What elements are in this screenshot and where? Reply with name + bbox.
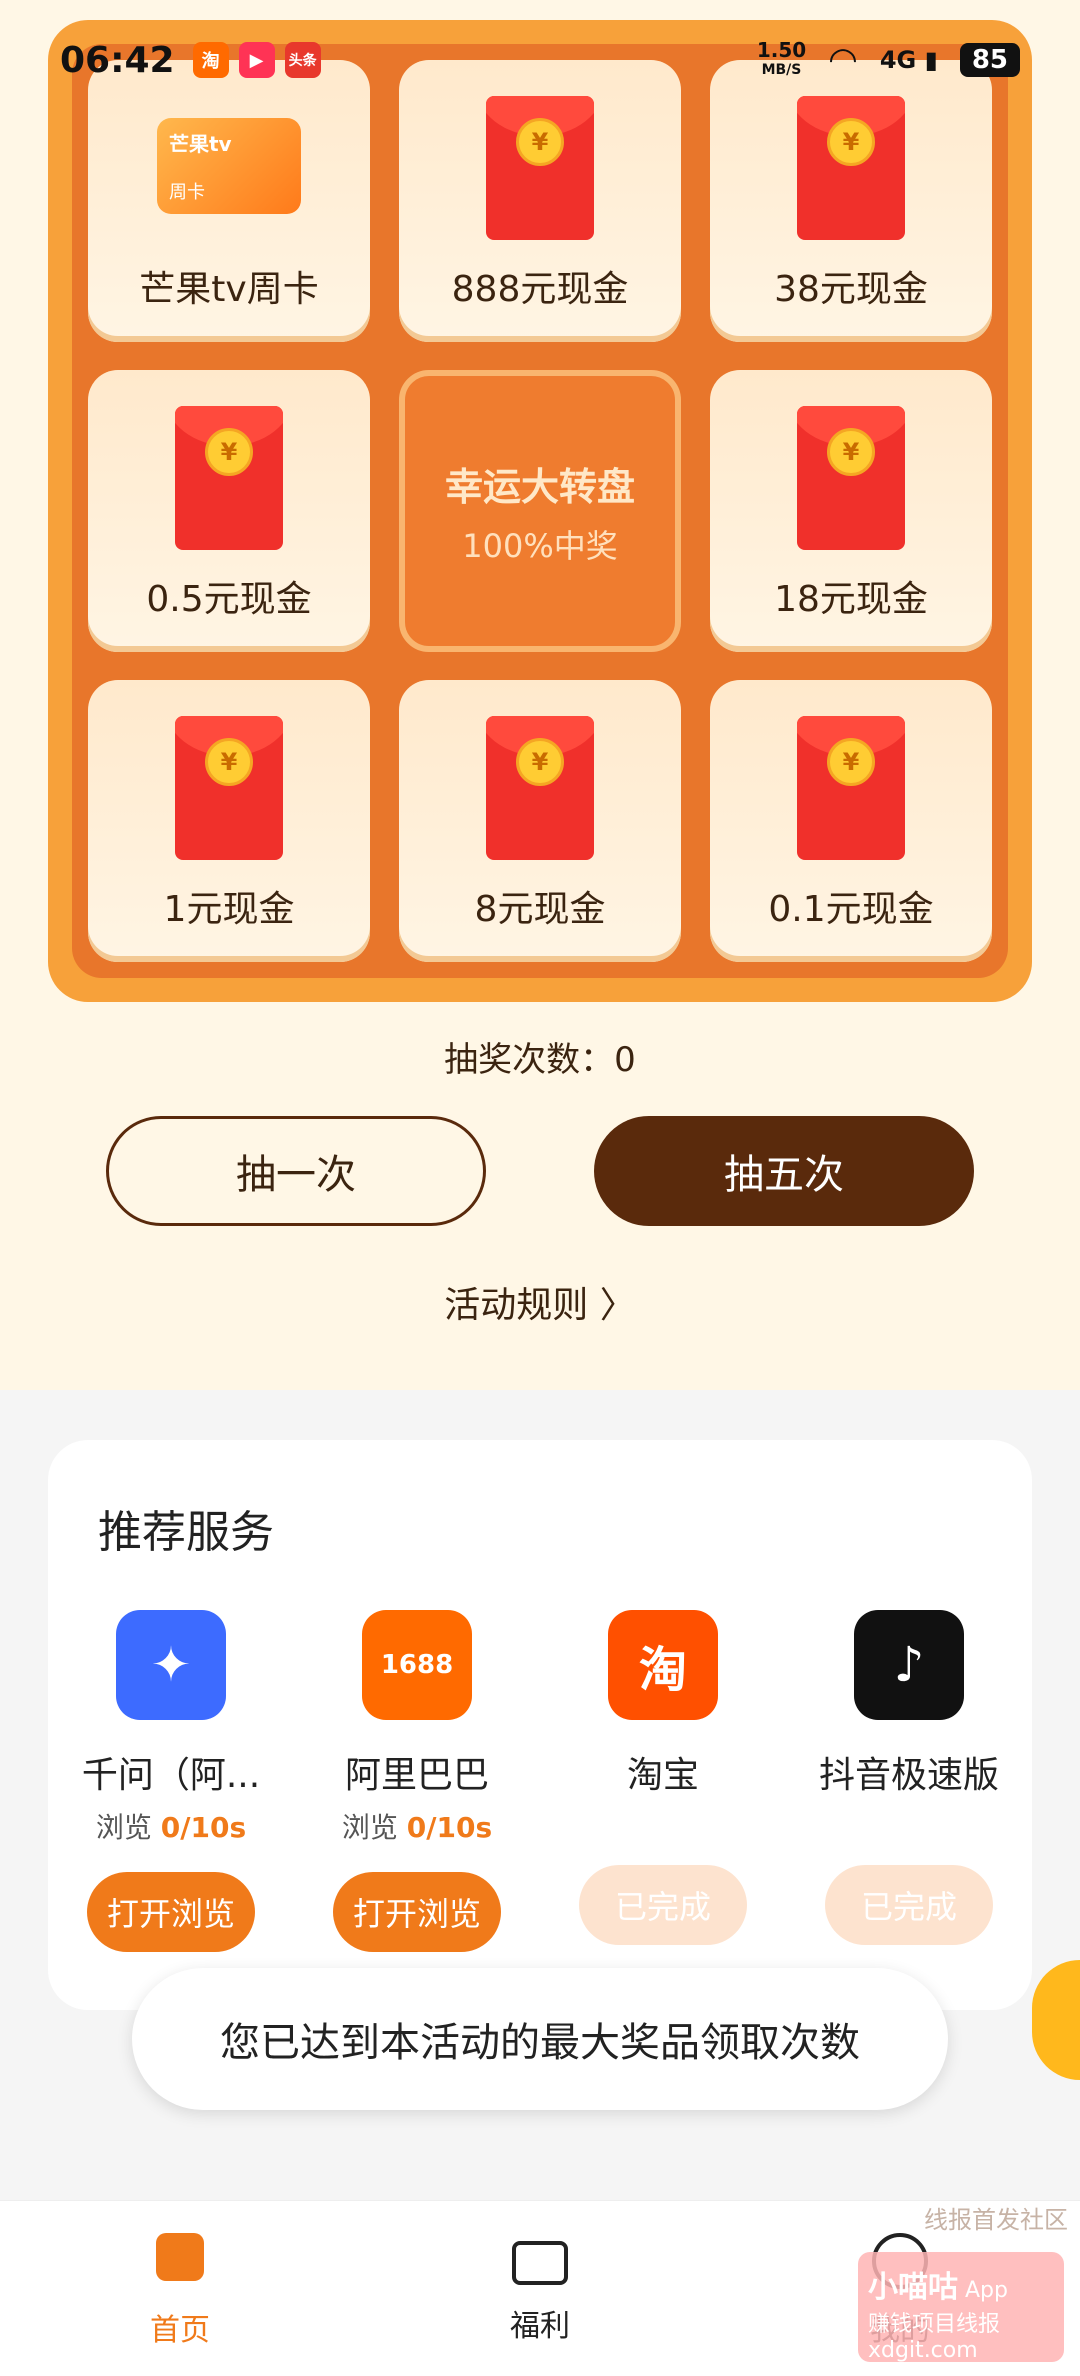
service-name: 千问（阿... — [81, 1755, 261, 1796]
taobao-app-icon[interactable]: 淘 — [608, 1610, 718, 1720]
draw-once-button[interactable]: 抽一次 — [106, 1116, 486, 1226]
signal-icon: 4G ▮ — [879, 46, 938, 74]
status-time: 06:42 — [60, 39, 175, 81]
prize-label: 888元现金 — [451, 269, 629, 310]
nav-welfare[interactable]: 福利 — [440, 2233, 640, 2345]
red-envelope-icon: ¥ — [175, 716, 283, 860]
activity-rules-link[interactable]: 活动规则 〉 — [0, 1276, 1080, 1328]
prize-label: 18元现金 — [774, 579, 928, 620]
prize-label: 0.5元现金 — [146, 579, 312, 620]
service-item-douyin-lite: ♪ 抖音极速版 已完成 — [786, 1610, 1032, 1945]
watermark-logo: 小喵咕 App 赚钱项目线报 xdgit.com — [858, 2252, 1064, 2363]
watermark-text: 线报首发社区 — [924, 2206, 1068, 2234]
service-progress — [786, 1806, 1032, 1839]
wifi-icon: ◠ — [828, 40, 858, 80]
prize-label: 8元现金 — [474, 889, 606, 930]
prize-cell-1: ¥ 1元现金 — [88, 680, 370, 962]
recommended-services-card: 推荐服务 ✦ 千问（阿... 浏览 0/10s 打开浏览 1688 阿里巴巴 浏… — [48, 1440, 1032, 2010]
service-progress: 浏览 0/10s — [341, 1811, 493, 1844]
service-name: 抖音极速版 — [818, 1755, 999, 1796]
service-progress — [540, 1806, 786, 1839]
prize-label: 1元现金 — [163, 889, 295, 930]
prize-cell-0-1: ¥ 0.1元现金 — [710, 680, 992, 962]
prize-label: 0.1元现金 — [768, 889, 934, 930]
red-envelope-icon: ¥ — [797, 716, 905, 860]
wheel-subtitle: 100%中奖 — [462, 526, 618, 565]
douyin-app-icon[interactable]: ♪ — [854, 1610, 964, 1720]
open-browse-button[interactable]: 打开浏览 — [87, 1872, 255, 1952]
status-app-icons: 淘 ▶ 头条 — [192, 42, 321, 78]
service-name: 淘宝 — [626, 1755, 699, 1796]
service-progress: 浏览 0/10s — [95, 1811, 247, 1844]
service-item-qianwen: ✦ 千问（阿... 浏览 0/10s 打开浏览 — [48, 1610, 294, 1952]
network-speed: 1.50 MB/S — [756, 38, 807, 78]
lottery-board: 芒果tv 周卡 芒果tv周卡 ¥ 888元现金 ¥ 38元现金 ¥ 0.5元现金… — [48, 20, 1032, 1002]
toutiao-notification-icon: 头条 — [284, 42, 321, 78]
lucky-wheel-center[interactable]: 幸运大转盘 100%中奖 — [399, 370, 681, 652]
battery-indicator: 85 — [959, 43, 1020, 77]
lottery-grid: 芒果tv 周卡 芒果tv周卡 ¥ 888元现金 ¥ 38元现金 ¥ 0.5元现金… — [72, 44, 1008, 978]
prize-cell-8: ¥ 8元现金 — [399, 680, 681, 962]
toast-message: 您已达到本活动的最大奖品领取次数 — [132, 1968, 948, 2110]
draw-count: 抽奖次数：0 — [444, 1040, 636, 1080]
video-notification-icon: ▶ — [238, 42, 275, 78]
open-browse-button[interactable]: 打开浏览 — [333, 1872, 501, 1952]
draw-five-button[interactable]: 抽五次 — [594, 1116, 974, 1226]
service-name: 阿里巴巴 — [344, 1755, 489, 1796]
mango-tv-card-icon: 芒果tv 周卡 — [157, 118, 301, 214]
wheel-title: 幸运大转盘 — [444, 464, 635, 509]
prize-label: 38元现金 — [774, 269, 928, 310]
tv-icon — [512, 2241, 568, 2285]
taobao-notification-icon: 淘 — [192, 42, 229, 78]
red-envelope-icon: ¥ — [175, 406, 283, 550]
nav-home[interactable]: 首页 — [80, 2233, 280, 2349]
service-item-taobao: 淘 淘宝 已完成 — [540, 1610, 786, 1945]
completed-button: 已完成 — [825, 1865, 993, 1945]
prize-cell-18: ¥ 18元现金 — [710, 370, 992, 652]
home-icon — [152, 2233, 208, 2289]
completed-button: 已完成 — [579, 1865, 747, 1945]
prize-label: 芒果tv周卡 — [139, 269, 319, 310]
qianwen-app-icon[interactable]: ✦ — [116, 1610, 226, 1720]
status-indicators: 1.50 MB/S ◠ 4G ▮ 85 — [757, 40, 1020, 80]
prize-cell-0-5: ¥ 0.5元现金 — [88, 370, 370, 652]
alibaba-1688-app-icon[interactable]: 1688 — [362, 1610, 472, 1720]
red-envelope-icon: ¥ — [486, 716, 594, 860]
service-item-alibaba: 1688 阿里巴巴 浏览 0/10s 打开浏览 — [294, 1610, 540, 1952]
status-bar: 06:42 淘 ▶ 头条 1.50 MB/S ◠ 4G ▮ 85 — [0, 0, 1080, 120]
red-envelope-icon: ¥ — [797, 406, 905, 550]
services-title: 推荐服务 — [98, 1507, 274, 1558]
